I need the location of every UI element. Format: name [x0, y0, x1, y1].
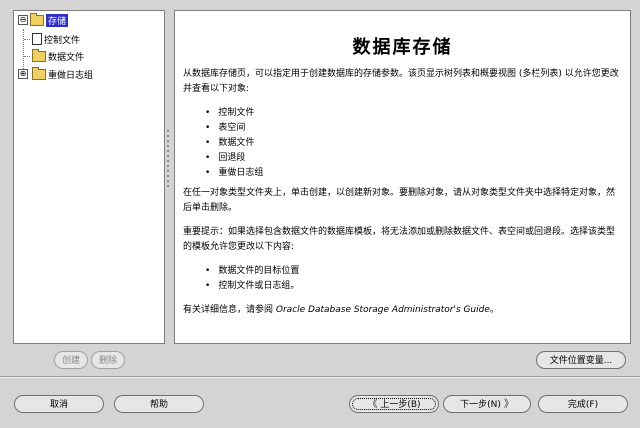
document-icon: [32, 33, 42, 45]
intro-paragraph: 从数据库存储页，可以指定用于创建数据库的存储参数。该页显示树列表和概要视图 (多…: [183, 69, 619, 94]
reference-paragraph: 有关详细信息，请参阅 Oracle Database Storage Admin…: [183, 303, 621, 318]
list-item: 数据文件: [205, 136, 263, 151]
reference-prefix: 有关详细信息，请参阅: [183, 305, 274, 315]
list-item: 表空间: [205, 121, 263, 136]
cancel-button[interactable]: 取消: [14, 395, 104, 413]
tree-connector: [24, 39, 30, 40]
tree-node-storage[interactable]: ⊖ 存储: [18, 12, 69, 27]
folder-icon: [30, 12, 44, 26]
back-button[interactable]: 《 上一步(B): [349, 395, 439, 413]
collapse-toggle-icon[interactable]: ⊖: [18, 15, 28, 25]
tree-connector: [24, 56, 30, 57]
tree-node-label: 存储: [46, 13, 69, 27]
tree-node-redo-log-groups[interactable]: ⊕ 重做日志组: [18, 66, 94, 81]
object-list: 控制文件 表空间 数据文件 回退段 重做日志组: [205, 106, 263, 181]
tree-node-control-files[interactable]: 控制文件: [32, 32, 80, 46]
panel-splitter[interactable]: [166, 130, 170, 230]
footer-divider: [0, 376, 640, 378]
back-button-label: 上一步(B): [380, 400, 421, 410]
next-button-label: 下一步(N): [460, 400, 501, 410]
folder-icon: [32, 66, 46, 80]
list-item: 控制文件: [205, 106, 263, 121]
back-arrow-icon: 《: [367, 399, 378, 410]
storage-tree-panel: ⊖ 存储 控制文件 数据文件 ⊕ 重做日志组: [13, 10, 165, 344]
folder-icon: [32, 48, 46, 62]
tree-node-data-files[interactable]: 数据文件: [32, 48, 85, 63]
finish-button[interactable]: 完成(F): [538, 395, 628, 413]
guide-title: Oracle Database Storage Administrator's …: [275, 305, 490, 315]
list-item: 重做日志组: [205, 166, 263, 181]
tree-node-label: 数据文件: [48, 52, 85, 63]
delete-button[interactable]: 删除: [91, 351, 125, 369]
tree-node-label: 控制文件: [44, 35, 81, 46]
list-item: 数据文件的目标位置: [205, 264, 299, 279]
changeable-list: 数据文件的目标位置 控制文件或日志组。: [205, 264, 299, 294]
list-item: 回退段: [205, 151, 263, 166]
next-arrow-icon: 》: [503, 399, 514, 410]
list-item: 控制文件或日志组。: [205, 279, 299, 294]
create-button[interactable]: 创建: [54, 351, 88, 369]
create-delete-paragraph: 在任一对象类型文件夹上，单击创建，以创建新对象。要删除对象，请从对象类型文件夹中…: [183, 188, 616, 213]
help-content-panel: 数据库存储 从数据库存储页，可以指定用于创建数据库的存储参数。该页显示树列表和概…: [174, 10, 631, 344]
tree-node-label: 重做日志组: [48, 70, 94, 81]
file-location-variables-button[interactable]: 文件位置变量...: [536, 351, 626, 369]
next-button[interactable]: 下一步(N) 》: [443, 395, 531, 413]
expand-toggle-icon[interactable]: ⊕: [18, 69, 28, 79]
important-note-paragraph: 重要提示：如果选择包含数据文件的数据库模板，将无法添加或删除数据文件、表空间或回…: [183, 227, 616, 252]
reference-suffix: 。: [489, 305, 499, 315]
help-button[interactable]: 帮助: [114, 395, 204, 413]
page-title: 数据库存储: [352, 37, 453, 58]
